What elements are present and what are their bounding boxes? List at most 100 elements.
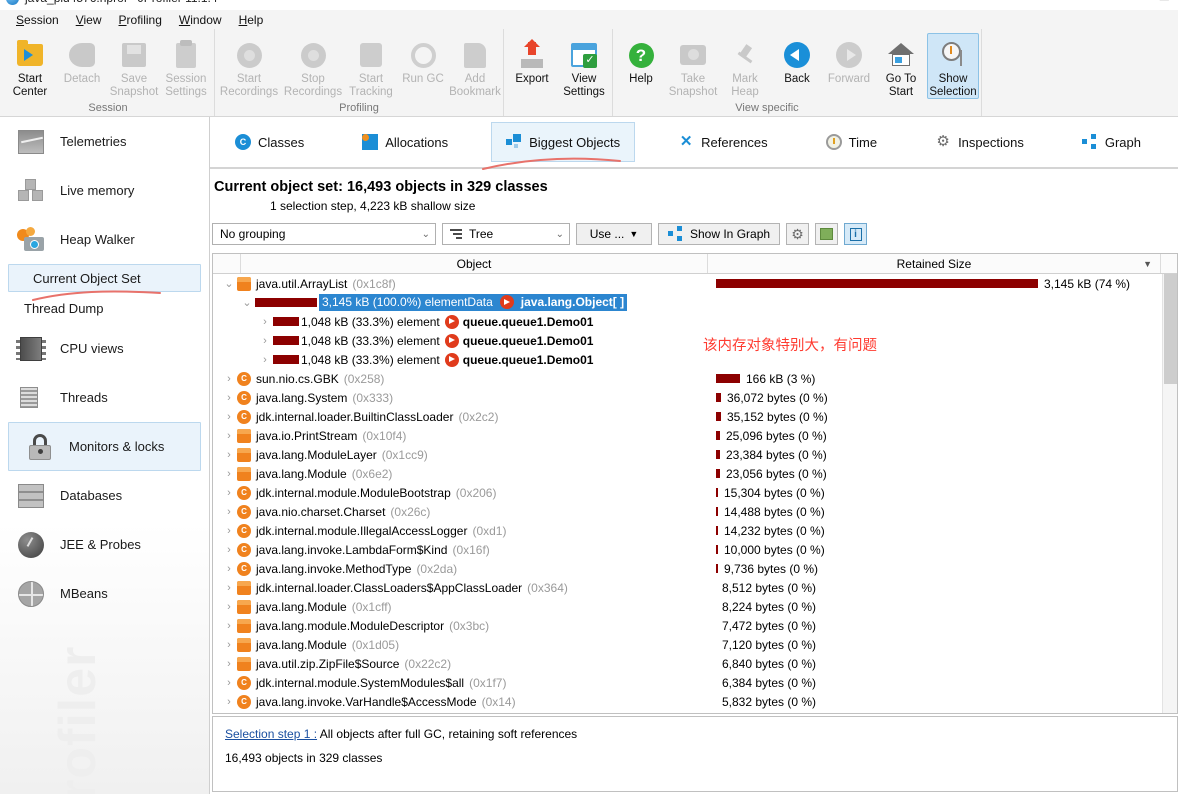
expand-arrow-icon[interactable]: › xyxy=(221,373,237,385)
expand-arrow-icon[interactable]: › xyxy=(221,677,237,689)
expand-arrow-icon[interactable]: › xyxy=(221,468,237,480)
table-row[interactable]: › java.lang.Module (0x1cff) 8,224 bytes (0 … xyxy=(213,597,1177,616)
sidebar-item-databases[interactable]: Databases xyxy=(0,471,209,520)
expand-arrow-icon[interactable]: › xyxy=(221,506,237,518)
detach-button[interactable]: Detach xyxy=(56,33,108,87)
table-row[interactable]: › Csun.nio.cs.GBK (0x258) 166 kB (3 %) xyxy=(213,369,1177,388)
go-to-start-button[interactable]: Go To Start xyxy=(875,33,927,99)
table-row[interactable]: › java.util.zip.ZipFile$Source (0x22c2) 6,8… xyxy=(213,654,1177,673)
sidebar-item-monitors-locks[interactable]: Monitors & locks xyxy=(8,422,201,471)
scrollbar-thumb[interactable] xyxy=(1164,274,1177,384)
table-row[interactable]: › Cjava.lang.invoke.MethodType (0x2da) 9,73… xyxy=(213,559,1177,578)
sidebar-item-live-memory[interactable]: Live memory xyxy=(0,166,209,215)
expand-arrow-icon[interactable]: › xyxy=(221,449,237,461)
expand-arrow-icon[interactable]: › xyxy=(221,639,237,651)
table-row[interactable]: › Cjava.lang.invoke.VarHandle$AccessMode (… xyxy=(213,692,1177,711)
table-row[interactable]: › Cjdk.internal.module.ModuleBootstrap (0x… xyxy=(213,483,1177,502)
tab-classes[interactable]: C Classes xyxy=(220,122,319,162)
table-row[interactable]: › java.lang.Module (0x1d05) 7,120 bytes (0 … xyxy=(213,635,1177,654)
expand-arrow-icon[interactable]: › xyxy=(221,620,237,632)
expand-arrow-icon[interactable]: › xyxy=(257,316,273,328)
sidebar-item-telemetries[interactable]: Telemetries xyxy=(0,117,209,166)
sidebar-item-jee-probes[interactable]: JEE & Probes xyxy=(0,520,209,569)
table-row[interactable]: › jdk.internal.loader.ClassLoaders$AppCla… xyxy=(213,578,1177,597)
table-row[interactable]: › java.lang.ModuleLayer (0x1cc9) 23,384 byt… xyxy=(213,445,1177,464)
help-button[interactable]: ? Help xyxy=(615,33,667,87)
stop-recordings-button[interactable]: Stop Recordings xyxy=(281,33,345,99)
expand-arrow-icon[interactable]: › xyxy=(221,544,237,556)
info-icon-button[interactable]: i xyxy=(844,223,868,245)
view-settings-icon-button[interactable]: ⚙ xyxy=(786,223,810,245)
table-row[interactable]: › 1,048 kB (33.3%) element queue.queue1.De… xyxy=(213,312,1177,331)
minimize-button[interactable]: — xyxy=(1121,0,1133,4)
table-row[interactable]: ⌄ java.util.ArrayList (0x1c8f) 3,145 kB (74… xyxy=(213,274,1177,293)
expand-arrow-icon[interactable]: › xyxy=(257,354,273,366)
run-gc-button[interactable]: Run GC xyxy=(397,33,449,87)
maximize-button[interactable]: ▭ xyxy=(1159,0,1170,4)
expand-arrow-icon[interactable]: › xyxy=(257,335,273,347)
sidebar-item-threads[interactable]: Threads xyxy=(0,373,209,422)
show-in-graph-button[interactable]: Show In Graph xyxy=(658,223,781,245)
export-button[interactable]: Export xyxy=(506,33,558,87)
expand-arrow-icon[interactable]: › xyxy=(221,582,237,594)
menu-help[interactable]: Help xyxy=(231,12,273,28)
expand-arrow-icon[interactable]: › xyxy=(221,696,237,708)
expand-arrow-icon[interactable]: › xyxy=(221,430,237,442)
start-tracking-button[interactable]: Start Tracking xyxy=(345,33,397,99)
view-mode-select[interactable]: Tree ⌄ xyxy=(442,223,570,245)
table-row[interactable]: ⌄ 3,145 kB (100.0%) elementData java.lang.… xyxy=(213,293,1177,312)
table-row[interactable]: › Cjdk.internal.module.IllegalAccessLogge… xyxy=(213,521,1177,540)
menu-window[interactable]: Window xyxy=(171,12,231,28)
expand-arrow-icon[interactable]: › xyxy=(221,392,237,404)
table-row[interactable]: › Cjava.lang.System (0x333) 36,072 bytes (0… xyxy=(213,388,1177,407)
expand-arrow-icon[interactable]: › xyxy=(221,487,237,499)
menu-profiling[interactable]: Profiling xyxy=(111,12,171,28)
expand-arrow-icon[interactable]: › xyxy=(221,411,237,423)
collapse-arrow-icon[interactable]: ⌄ xyxy=(239,296,255,309)
forward-button[interactable]: Forward xyxy=(823,33,875,87)
mark-heap-button[interactable]: Mark Heap xyxy=(719,33,771,99)
sidebar-item-cpu-views[interactable]: CPU views xyxy=(0,324,209,373)
table-row[interactable]: › java.lang.module.ModuleDescriptor (0x3bc… xyxy=(213,616,1177,635)
expand-arrow-icon[interactable]: › xyxy=(221,525,237,537)
expand-arrow-icon[interactable]: › xyxy=(221,601,237,613)
table-row[interactable]: › Cjava.lang.invoke.LambdaForm$Kind (0x16f… xyxy=(213,540,1177,559)
save-snapshot-button[interactable]: Save Snapshot xyxy=(108,33,160,99)
tab-graph[interactable]: Graph xyxy=(1067,122,1156,162)
table-row[interactable]: › java.lang.Module (0x6e2) 23,056 bytes (0 … xyxy=(213,464,1177,483)
start-center-button[interactable]: Start Center xyxy=(4,33,56,99)
table-row[interactable]: › Cjdk.internal.module.SystemModules$all (… xyxy=(213,673,1177,692)
menu-session[interactable]: Session xyxy=(8,12,68,28)
table-row[interactable]: › 1,048 kB (33.3%) element queue.queue1.De… xyxy=(213,350,1177,369)
show-selection-button[interactable]: Show Selection xyxy=(927,33,979,99)
menu-view[interactable]: View xyxy=(68,12,111,28)
table-row[interactable]: › Cjdk.internal.loader.BuiltinClassLoader… xyxy=(213,407,1177,426)
vertical-scrollbar[interactable] xyxy=(1162,274,1177,713)
table-row[interactable]: › 1,048 kB (33.3%) element queue.queue1.De… xyxy=(213,331,1177,350)
table-header-retained-size[interactable]: Retained Size ▼ xyxy=(708,254,1161,273)
sidebar-item-mbeans[interactable]: MBeans xyxy=(0,569,209,618)
sidebar-item-heap-walker[interactable]: Heap Walker xyxy=(0,215,209,264)
tab-time[interactable]: Time xyxy=(811,122,892,162)
export-view-icon-button[interactable] xyxy=(815,223,839,245)
tab-references[interactable]: ✕ References xyxy=(663,122,782,162)
tab-allocations[interactable]: Allocations xyxy=(347,122,463,162)
inline-size-bar xyxy=(273,355,299,364)
table-row[interactable]: › Cjava.nio.charset.Charset (0x26c) 14,488 … xyxy=(213,502,1177,521)
table-row[interactable]: › java.io.PrintStream (0x10f4) 25,096 bytes… xyxy=(213,426,1177,445)
cpu-views-icon xyxy=(16,334,46,364)
start-recordings-button[interactable]: Start Recordings xyxy=(217,33,281,99)
table-header-object[interactable]: Object xyxy=(241,254,708,273)
use-dropdown-button[interactable]: Use ... ▼ xyxy=(576,223,652,245)
tab-inspections[interactable]: ⚙ Inspections xyxy=(920,122,1039,162)
add-bookmark-button[interactable]: Add Bookmark xyxy=(449,33,501,99)
take-snapshot-button[interactable]: Take Snapshot xyxy=(667,33,719,99)
view-settings-button[interactable]: ✓ View Settings xyxy=(558,33,610,99)
session-settings-button[interactable]: Session Settings xyxy=(160,33,212,99)
expand-arrow-icon[interactable]: › xyxy=(221,658,237,670)
back-button[interactable]: Back xyxy=(771,33,823,87)
expand-arrow-icon[interactable]: › xyxy=(221,563,237,575)
grouping-select[interactable]: No grouping ⌄ xyxy=(212,223,436,245)
collapse-arrow-icon[interactable]: ⌄ xyxy=(221,277,237,290)
selection-step-link[interactable]: Selection step 1 : xyxy=(225,727,317,741)
